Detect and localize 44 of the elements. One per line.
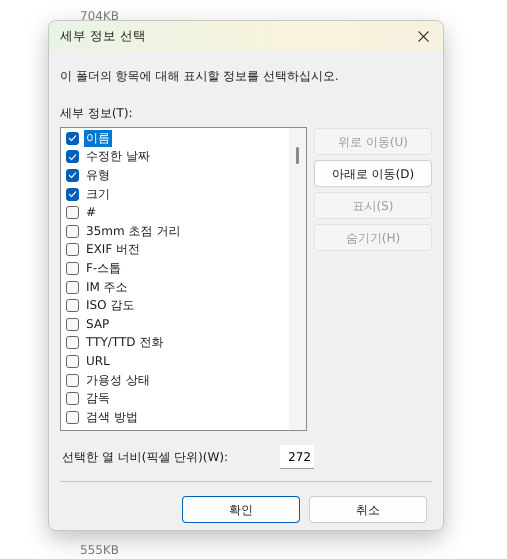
instruction-text: 이 폴더의 항목에 대해 표시할 정보를 선택하십시오. [60,68,340,85]
checkbox[interactable] [66,188,79,201]
checkbox[interactable] [66,243,79,256]
list-item[interactable]: 이름 [84,130,112,147]
dialog-button[interactable]: 취소 [309,496,427,523]
list-item[interactable]: 감독 [84,390,112,408]
checkbox[interactable] [66,392,79,406]
file-size-text: 555KB [80,543,120,557]
checkbox[interactable] [66,262,79,275]
side-button[interactable]: 아래로 이동(D) [314,160,432,187]
list-item[interactable]: # [84,204,98,222]
list-item[interactable]: TTY/TTD 전화 [84,334,166,352]
window-title: 세부 정보 선택 [60,26,147,45]
dialog-button[interactable]: 확인 [182,496,300,523]
list-item[interactable]: EXIF 버전 [84,241,142,258]
checkbox[interactable] [66,206,79,220]
checkbox[interactable] [66,224,79,238]
checkbox[interactable] [66,354,79,368]
list-item[interactable]: 검색 방법 [84,408,140,426]
close-icon [418,30,428,42]
list-item[interactable]: 35mm 초점 거리 [84,222,182,240]
list-item[interactable]: 크기 [84,186,112,203]
checkbox[interactable] [66,132,79,145]
checkbox[interactable] [66,318,79,331]
list-item[interactable]: 유형 [84,166,112,184]
file-size-text: 704KB [80,9,120,23]
list-item[interactable]: IM 주소 [84,278,130,296]
checkbox[interactable] [66,336,79,350]
list-item[interactable]: SAP [84,316,112,333]
details-label: 세부 정보(T): [60,105,134,122]
column-width-field[interactable]: 272 [280,445,314,469]
list-item[interactable]: 가용성 상태 [84,372,152,389]
list-item[interactable]: F-스톱 [84,260,124,277]
checkbox[interactable] [66,168,79,182]
list-item[interactable]: ISO 감도 [84,297,136,314]
checkbox[interactable] [66,410,79,424]
column-width-label: 선택한 열 너비(픽셀 단위)(W): [62,449,230,466]
scrollbar-thumb[interactable] [296,147,299,164]
checkbox[interactable] [66,299,79,312]
list-item[interactable]: URL [84,352,112,370]
checkbox[interactable] [66,150,79,164]
checkbox[interactable] [66,280,79,294]
list-item[interactable]: 수정한 날짜 [84,148,152,166]
checkbox[interactable] [66,374,79,387]
